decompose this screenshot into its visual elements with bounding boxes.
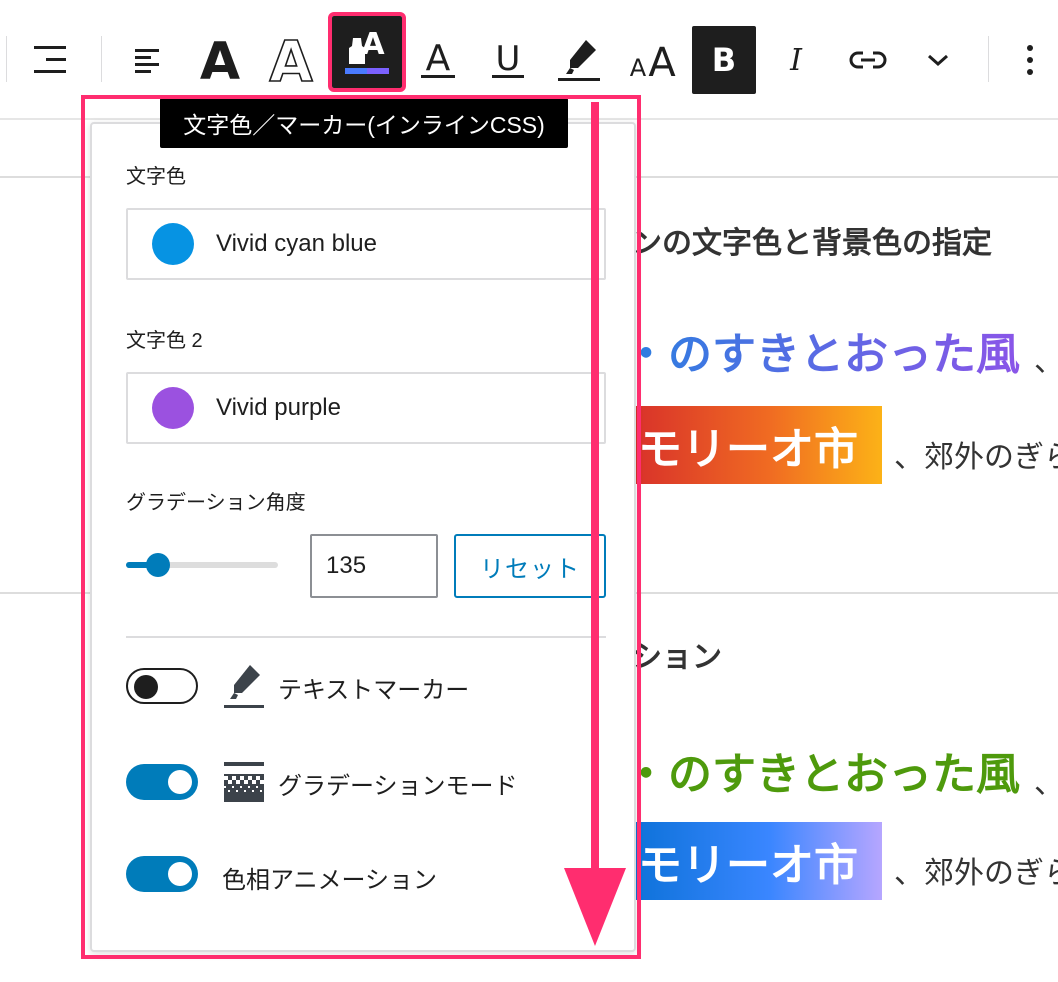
gradient-angle-input[interactable]: 135: [310, 534, 438, 598]
align-icon: [32, 43, 72, 77]
bold-a-button[interactable]: A: [186, 26, 254, 94]
hue-animation-toggle[interactable]: [126, 856, 198, 892]
section-heading[interactable]: ンの文字色と背景色の指定: [632, 218, 992, 262]
font-size-button[interactable]: AA: [618, 26, 686, 94]
text-color-picker[interactable]: Vivid cyan blue: [126, 208, 606, 280]
font-size-icon: AA: [624, 36, 680, 84]
green-text-body: のすきとおった風: [668, 750, 1020, 799]
align-button[interactable]: [18, 26, 86, 94]
slider-thumb[interactable]: [146, 553, 170, 577]
hue-animation-label: 色相アニメーション: [222, 867, 438, 894]
color-name: Vivid cyan blue: [216, 230, 377, 257]
toolbar-separator: [6, 36, 7, 82]
text-color-marker-button[interactable]: A: [328, 12, 406, 92]
italic-icon: I: [790, 42, 802, 78]
marker-text: モリーオ市: [638, 841, 858, 890]
gradient-angle-slider[interactable]: [126, 553, 278, 577]
color-swatch: [152, 223, 194, 265]
outline-letter-a-icon: A: [264, 33, 318, 87]
text-marker-toggle[interactable]: [126, 668, 198, 704]
underline-a-button[interactable]: A: [404, 26, 472, 94]
toggle-knob: [168, 862, 192, 886]
gradient-text-body: のすきとおった風: [668, 330, 1020, 379]
paragraph-tail: 、郊外のぎら: [894, 441, 1058, 474]
svg-text:A: A: [200, 35, 240, 85]
popover-divider: [126, 636, 606, 638]
align-left-icon: [133, 45, 163, 75]
gradient-text-line[interactable]: ・のすきとおった風: [624, 318, 1020, 382]
text-color-2-label: 文字色 2: [126, 330, 203, 352]
link-button[interactable]: [834, 26, 902, 94]
svg-text:A: A: [648, 40, 676, 84]
text-color-label: 文字色: [126, 166, 186, 188]
svg-text:A: A: [630, 54, 647, 82]
marker-text: モリーオ市: [638, 425, 858, 474]
text-color-marker-icon: A: [341, 24, 393, 80]
paragraph-tail: 、郊外のぎら: [894, 857, 1058, 890]
reset-button[interactable]: リセット: [454, 534, 606, 598]
green-text-line[interactable]: ・のすきとおった風: [624, 738, 1020, 802]
color-swatch: [152, 387, 194, 429]
toolbar-separator: [988, 36, 989, 82]
svg-text:U: U: [496, 39, 521, 79]
section-heading[interactable]: ション: [632, 632, 722, 676]
highlighter-pen-icon: [556, 36, 604, 84]
outline-a-button[interactable]: A: [257, 26, 325, 94]
text-tail: 、: [1034, 336, 1058, 380]
chevron-down-icon: [925, 51, 951, 69]
highlighter-button[interactable]: [546, 26, 614, 94]
toggle-knob: [134, 675, 158, 699]
marker-pen-icon: [220, 662, 268, 710]
text-color-popover: 文字色 Vivid cyan blue 文字色 2 Vivid purple グ…: [90, 122, 636, 952]
bold-icon: B: [711, 41, 737, 79]
more-options-icon: [1025, 43, 1035, 77]
bold-letter-a-icon: A: [195, 35, 245, 85]
svg-text:A: A: [426, 38, 451, 79]
gradient-pattern-icon: [220, 758, 268, 806]
marker-text-blue[interactable]: モリーオ市: [632, 822, 882, 900]
toolbar-tooltip: 文字色／マーカー(インラインCSS): [160, 98, 568, 148]
toggle-knob: [168, 770, 192, 794]
underline-a-icon: A: [418, 38, 458, 82]
underline-button[interactable]: U: [474, 26, 542, 94]
link-icon: [848, 48, 888, 72]
gradient-mode-toggle[interactable]: [126, 764, 198, 800]
text-color-2-picker[interactable]: Vivid purple: [126, 372, 606, 444]
text-tail: 、: [1034, 758, 1058, 802]
text-marker-label: テキストマーカー: [278, 677, 470, 704]
options-button[interactable]: [1002, 26, 1058, 94]
color-name: Vivid purple: [216, 394, 341, 421]
svg-text:A: A: [269, 33, 313, 87]
italic-button[interactable]: I: [762, 26, 830, 94]
bold-button[interactable]: B: [692, 26, 756, 94]
toolbar-separator: [101, 36, 102, 82]
marker-text-orange[interactable]: モリーオ市: [632, 406, 882, 484]
underline-u-icon: U: [488, 38, 528, 82]
gradient-mode-label: グラデーションモード: [278, 773, 518, 800]
gradient-angle-label: グラデーション角度: [126, 492, 306, 514]
align-left-button[interactable]: [114, 26, 182, 94]
more-formats-button[interactable]: [904, 26, 972, 94]
